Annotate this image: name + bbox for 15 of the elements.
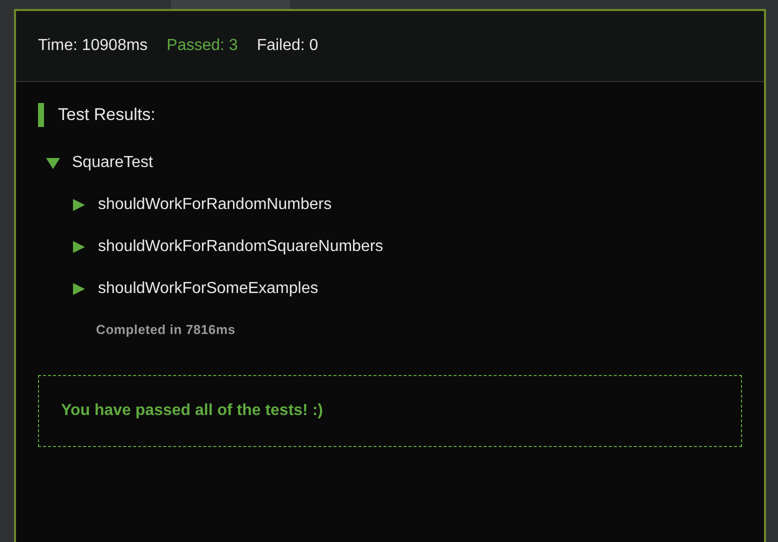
test-name[interactable]: shouldWorkForRandomSquareNumbers [98,238,384,256]
completion-time: Completed in 7816ms [95,321,236,337]
test-name[interactable]: shouldWorkForRandomNumbers [98,196,332,214]
caret-right-icon[interactable] [72,199,86,211]
test-name[interactable]: shouldWorkForSomeExamples [98,280,318,298]
failed-count: Failed: 0 [256,37,318,55]
caret-right-icon[interactable] [72,241,86,253]
caret-down-icon[interactable] [46,157,60,169]
suite-name[interactable]: SquareTest [72,154,153,172]
success-message: You have passed all of the tests! :) [38,375,742,447]
section-heading: Test Results: [58,105,156,125]
caret-right-icon[interactable] [72,283,86,295]
passed-count: Passed: 3 [166,37,238,55]
time-label: Time: 10908ms [38,37,148,55]
heading-accent-bar [38,103,44,127]
